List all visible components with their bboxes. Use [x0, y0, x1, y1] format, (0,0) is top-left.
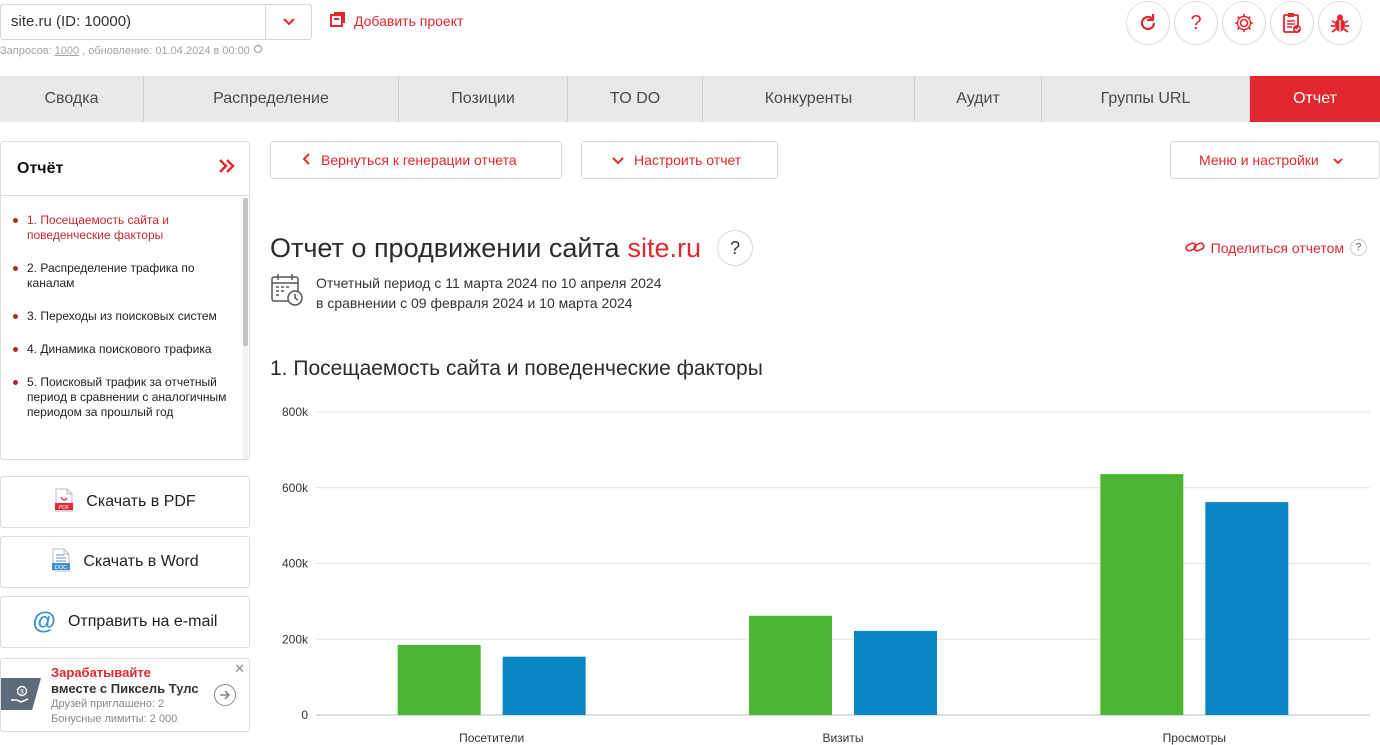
help-icon[interactable]: ?	[1350, 239, 1367, 256]
tab-competitors[interactable]: Конкуренты	[703, 76, 915, 122]
promo-friends: Друзей приглашено: 2	[51, 698, 165, 710]
toc-item[interactable]: 5. Поисковый трафик за отчетный период в…	[1, 375, 243, 420]
configure-label: Настроить отчет	[634, 152, 742, 168]
y-tick-label: 800k	[282, 405, 309, 419]
section-title: 1. Посещаемость сайта и поведенческие фа…	[270, 357, 763, 380]
menu-label: Меню и настройки	[1199, 152, 1319, 168]
requests-count-link[interactable]: 1000	[55, 45, 79, 57]
arrow-right-circle-icon[interactable]	[214, 684, 236, 706]
toc-list: 1. Посещаемость сайта и поведенческие фа…	[1, 197, 243, 459]
add-project-button[interactable]: Добавить проект	[330, 12, 463, 30]
project-select-value: site.ru (ID: 10000)	[11, 13, 132, 30]
chart-bar	[854, 630, 937, 715]
chevron-down-icon	[612, 152, 624, 168]
share-report-link[interactable]: Поделиться отчетом ?	[1185, 239, 1367, 256]
chart-bar	[1100, 474, 1184, 715]
download-word-button[interactable]: DOC Скачать в Word	[0, 536, 250, 588]
report-site-name: site.ru	[627, 232, 702, 263]
promo-subtitle: вместе с Пиксель Тулс	[51, 681, 199, 696]
report-toc: Отчёт 1. Посещаемость сайта и поведенчес…	[0, 141, 250, 460]
toc-header: Отчёт	[1, 142, 249, 196]
chevron-left-icon	[302, 152, 311, 168]
download-pdf-label: Скачать в PDF	[86, 493, 196, 510]
chevron-down-icon[interactable]	[265, 5, 311, 39]
svg-text:PDF: PDF	[59, 505, 71, 511]
promo-bonus: Бонусные лимиты: 2 000	[51, 713, 178, 725]
chart-bar	[397, 644, 481, 715]
update-text: , обновление: 01.04.2024 в 00:00	[82, 44, 250, 57]
traffic-bar-chart: 0 200k 400k 600k 800k Посетители Визиты Просмот…	[282, 405, 1370, 745]
money-hand-icon: $	[1, 678, 41, 710]
toc-title: Отчёт	[17, 159, 64, 177]
tab-report[interactable]: Отчет	[1250, 76, 1380, 122]
add-project-icon	[330, 12, 345, 30]
chart-bar	[749, 615, 832, 715]
y-tick-label: 400k	[282, 557, 309, 571]
period-current: Отчетный период с 11 марта 2024 по 10 ап…	[316, 275, 662, 291]
back-to-generation-button[interactable]: Вернуться к генерации отчета	[270, 141, 562, 179]
svg-text:DOC: DOC	[55, 565, 67, 571]
sync-icon	[253, 44, 263, 57]
help-icon[interactable]: ?	[1174, 1, 1218, 45]
clipboard-check-icon[interactable]	[1270, 1, 1314, 45]
period-compare: в сравнении с 09 февраля 2024 и 10 марта…	[316, 295, 633, 311]
chevron-down-icon	[1333, 152, 1343, 168]
tab-positions[interactable]: Позиции	[399, 76, 568, 122]
y-tick-label: 0	[301, 708, 308, 722]
close-icon[interactable]: ✕	[234, 661, 245, 677]
project-meta: Запросов: 1000, обновление: 01.04.2024 в…	[0, 44, 263, 57]
toc-scrollbar[interactable]	[243, 198, 248, 459]
refresh-icon[interactable]	[1126, 1, 1170, 45]
svg-text:$: $	[20, 689, 24, 696]
project-select[interactable]: site.ru (ID: 10000)	[0, 4, 312, 40]
download-pdf-button[interactable]: PDF Скачать в PDF	[0, 476, 250, 528]
toc-item[interactable]: 1. Посещаемость сайта и поведенческие фа…	[1, 213, 243, 243]
settings-icon[interactable]	[1222, 1, 1266, 45]
top-toolbar: ?	[1126, 1, 1362, 45]
main-tabs: Сводка Распределение Позиции TO DO Конку…	[0, 76, 1380, 122]
report-title-prefix: Отчет о продвижении сайта	[270, 232, 620, 263]
tab-url-groups[interactable]: Группы URL	[1042, 76, 1250, 122]
x-category-label: Посетители	[459, 731, 524, 745]
tab-audit[interactable]: Аудит	[915, 76, 1042, 122]
promo-title: Зарабатывайте	[51, 665, 151, 680]
y-tick-label: 600k	[282, 481, 309, 495]
doc-file-icon: DOC	[51, 548, 71, 577]
back-label: Вернуться к генерации отчета	[321, 152, 517, 168]
help-icon[interactable]: ?	[717, 230, 754, 266]
toc-item[interactable]: 4. Динамика поискового трафика	[1, 342, 243, 357]
report-title: Отчет о продвижении сайта site.ru ?	[270, 230, 754, 266]
at-sign-icon: @	[32, 608, 56, 635]
send-email-button[interactable]: @ Отправить на e-mail	[0, 596, 250, 648]
link-icon	[1185, 240, 1205, 256]
configure-report-button[interactable]: Настроить отчет	[581, 141, 778, 179]
share-label: Поделиться отчетом	[1210, 239, 1344, 256]
pdf-file-icon: PDF	[54, 488, 74, 517]
report-period: Отчетный период с 11 марта 2024 по 10 ап…	[270, 273, 662, 313]
calendar-clock-icon	[270, 273, 304, 313]
x-category-label: Просмотры	[1163, 731, 1226, 745]
bug-icon[interactable]	[1318, 1, 1362, 45]
chart-bar	[502, 656, 586, 715]
referral-promo[interactable]: $ Зарабатывайте вместе с Пиксель Тулс Др…	[0, 658, 250, 732]
toc-item[interactable]: 3. Переходы из поисковых систем	[1, 309, 243, 324]
chart-bar	[1205, 502, 1289, 715]
menu-settings-button[interactable]: Меню и настройки	[1170, 141, 1380, 179]
toc-item[interactable]: 2. Распределение трафика по каналам	[1, 261, 243, 291]
tab-distribution[interactable]: Распределение	[144, 76, 399, 122]
toc-scrollbar-thumb[interactable]	[243, 198, 248, 346]
download-word-label: Скачать в Word	[83, 553, 199, 570]
x-category-label: Визиты	[822, 731, 863, 745]
requests-label: Запросов:	[0, 44, 52, 57]
tab-todo[interactable]: TO DO	[568, 76, 703, 122]
send-email-label: Отправить на e-mail	[67, 613, 218, 630]
add-project-label: Добавить проект	[354, 13, 464, 29]
tab-summary[interactable]: Сводка	[0, 76, 144, 122]
collapse-double-chevron-icon[interactable]	[219, 159, 235, 178]
y-tick-label: 200k	[282, 632, 309, 646]
